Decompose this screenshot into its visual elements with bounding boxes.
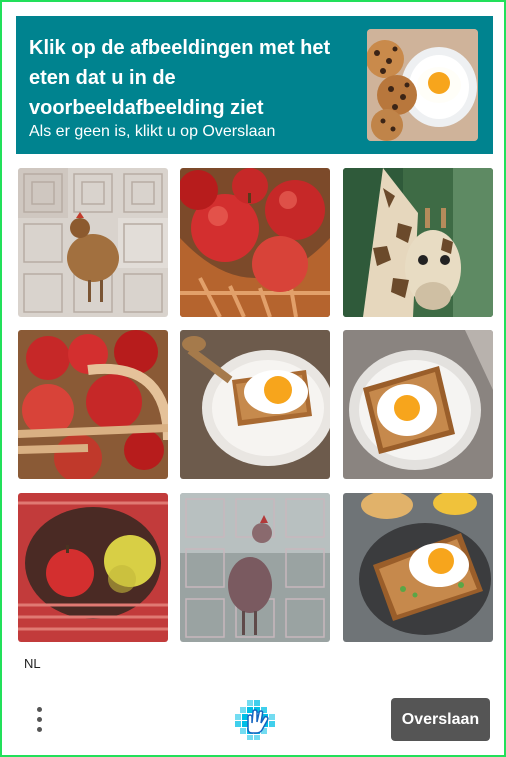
image-tile[interactable]: [180, 168, 330, 317]
image-tile[interactable]: [343, 493, 493, 642]
image-tile[interactable]: [343, 168, 493, 317]
image-tile[interactable]: [180, 330, 330, 479]
skip-button[interactable]: Overslaan: [391, 698, 490, 741]
image-tile[interactable]: [343, 330, 493, 479]
language-indicator[interactable]: NL: [24, 656, 41, 671]
challenge-header: Klik op de afbeeldingen met het eten dat…: [16, 16, 493, 154]
image-tile[interactable]: [18, 493, 168, 642]
challenge-subtitle: Als er geen is, klikt u op Overslaan: [29, 123, 276, 140]
image-tile[interactable]: [18, 168, 168, 317]
hcaptcha-logo-icon: [232, 697, 278, 743]
captcha-frame: Klik op de afbeeldingen met het eten dat…: [0, 0, 506, 757]
more-options-icon[interactable]: [28, 699, 50, 739]
image-tile[interactable]: [180, 493, 330, 642]
image-grid: [18, 168, 493, 643]
challenge-title: Klik op de afbeeldingen met het eten dat…: [29, 37, 331, 119]
example-image: [367, 29, 478, 141]
image-tile[interactable]: [18, 330, 168, 479]
